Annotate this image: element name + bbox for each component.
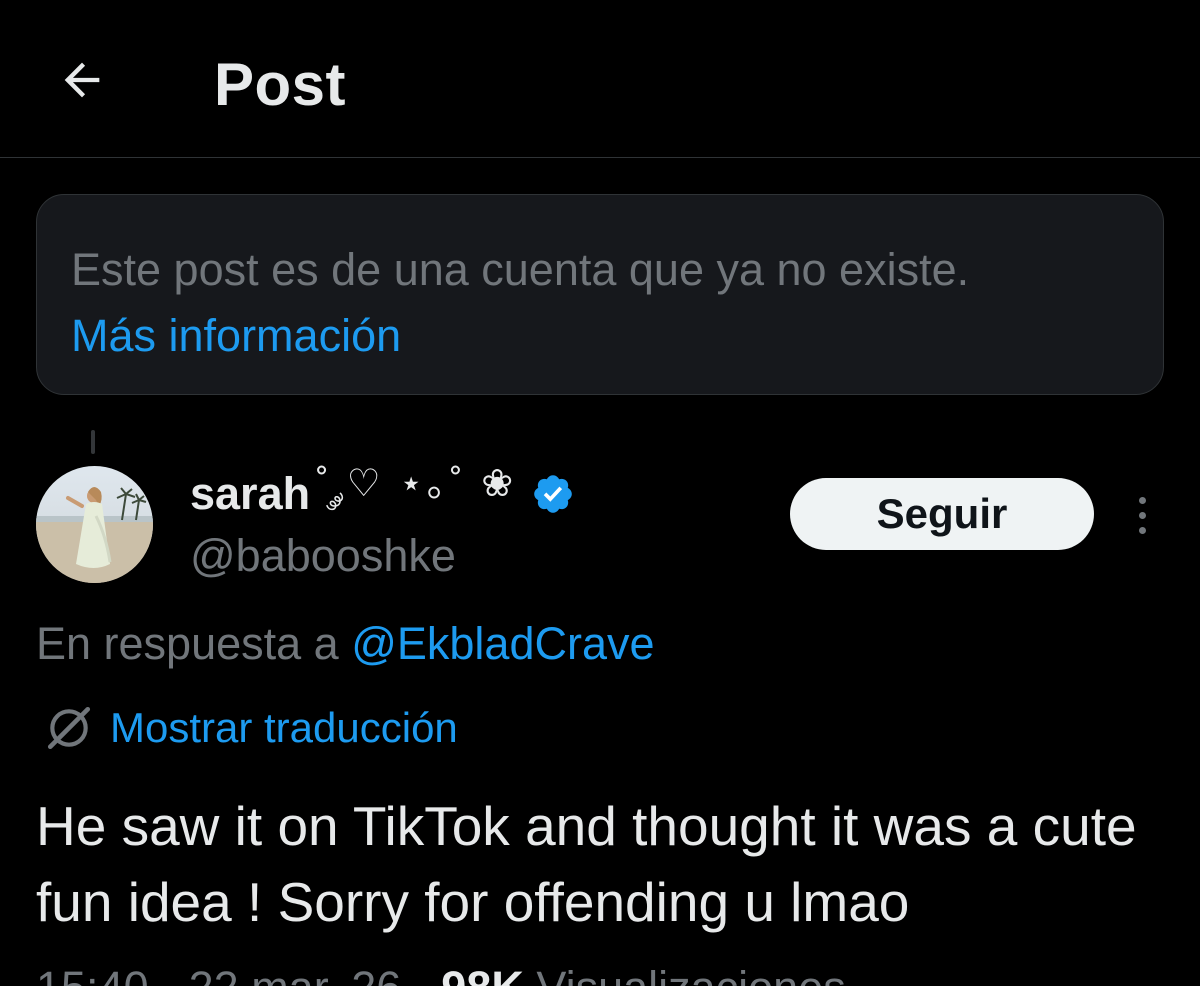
top-bar: Post	[0, 0, 1200, 158]
meta-separator: ·	[161, 962, 189, 986]
reply-target-link[interactable]: @EkbladCrave	[351, 618, 654, 669]
more-options-button[interactable]	[1120, 488, 1164, 542]
arrow-left-icon	[64, 62, 100, 98]
deleted-account-notice: Este post es de una cuenta que ya no exi…	[36, 194, 1164, 395]
follow-button[interactable]: Seguir	[790, 478, 1094, 550]
view-count: 98K	[441, 962, 524, 986]
meta-separator: ·	[414, 962, 442, 986]
notice-text: Este post es de una cuenta que ya no exi…	[71, 244, 970, 295]
show-translation-label: Mostrar traducción	[110, 704, 458, 751]
post-page: Post Este post es de una cuenta que ya n…	[0, 0, 1200, 986]
views-label: Visualizaciones	[536, 962, 845, 986]
post-date[interactable]: 22 mar. 26	[189, 962, 402, 986]
more-vertical-icon-dot	[1138, 496, 1146, 504]
page-title: Post	[214, 51, 347, 118]
thread-connector-line	[91, 430, 95, 454]
more-vertical-icon-dot	[1138, 511, 1146, 519]
display-name: sarah	[190, 468, 311, 519]
more-info-link[interactable]: Más información	[71, 303, 401, 369]
verified-badge-icon	[534, 475, 572, 513]
back-button[interactable]	[50, 48, 114, 112]
avatar[interactable]	[36, 466, 153, 583]
more-vertical-icon-dot	[1138, 526, 1146, 534]
post-text: He saw it on TikTok and thought it was a…	[36, 795, 1137, 933]
globe-slash-icon	[47, 706, 91, 750]
reply-context: En respuesta a @EkbladCrave	[36, 618, 655, 670]
author-name-row[interactable]: sarah ˚ ༘♡ ⋆｡˚ ❀	[190, 463, 575, 522]
show-translation-button[interactable]: Mostrar traducción	[44, 700, 458, 756]
profile-photo	[36, 466, 153, 583]
author-handle[interactable]: @babooshke	[190, 530, 456, 582]
reply-prefix: En respuesta a	[36, 618, 352, 669]
post-time[interactable]: 15:40	[36, 962, 149, 986]
post-meta: 15:40 · 22 mar. 26 · 98K Visualizaciones	[36, 962, 846, 986]
